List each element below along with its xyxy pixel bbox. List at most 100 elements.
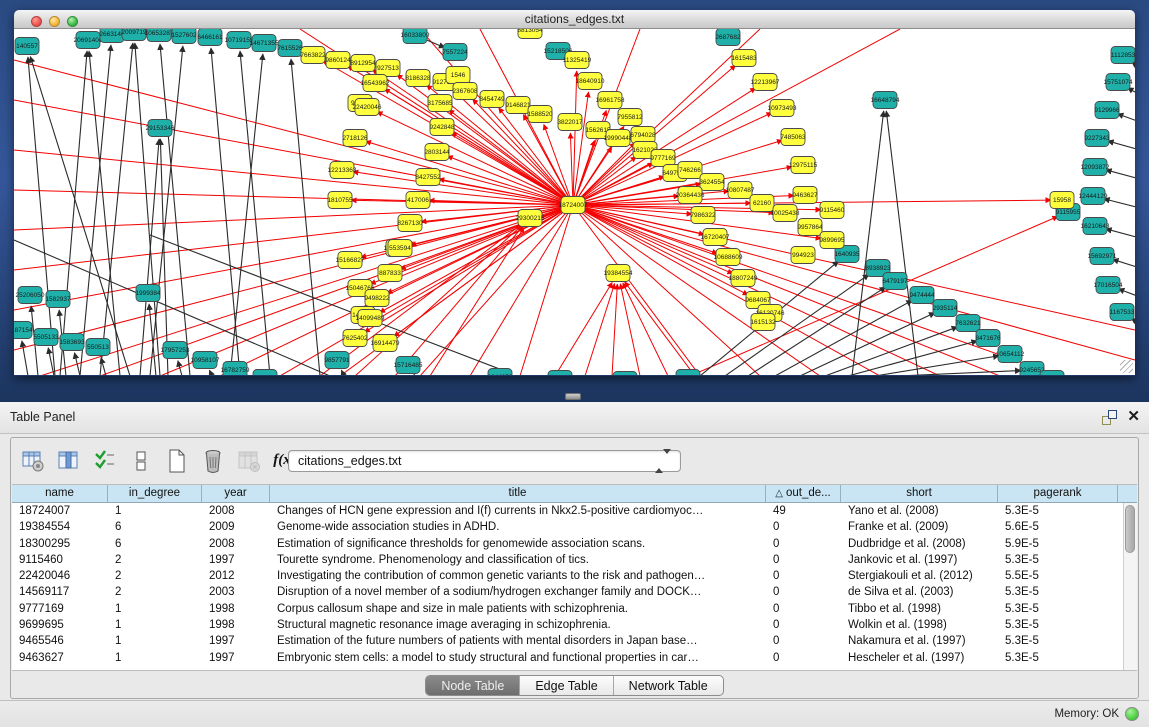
network-window-titlebar[interactable]: citations_edges.txt (14, 10, 1135, 29)
graph-node[interactable]: 1527602 (171, 29, 197, 44)
graph-node[interactable]: 18807249 (729, 270, 758, 287)
graph-node[interactable]: 16648794 (871, 92, 900, 109)
graph-node[interactable]: 15958 (1050, 192, 1074, 209)
graph-node[interactable]: 10973493 (768, 100, 797, 117)
graph-node[interactable]: 9245012 (547, 371, 573, 376)
graph-node[interactable]: 746266 (678, 162, 702, 179)
graph-node[interactable]: 1583693 (59, 334, 85, 351)
graph-node[interactable]: 3822017 (557, 114, 583, 131)
graph-node[interactable]: 9498222 (364, 290, 390, 307)
graph-node[interactable]: 25206050 (16, 287, 45, 304)
graph-node[interactable]: 9957864 (797, 219, 823, 236)
tab-edge-table[interactable]: Edge Table (520, 676, 613, 695)
graph-node[interactable]: 16543962 (361, 75, 390, 92)
graph-node[interactable]: 1582937 (45, 291, 71, 308)
graph-node[interactable]: 1810755 (327, 192, 353, 209)
graph-node[interactable]: 5505133 (33, 329, 59, 346)
graph-node[interactable]: 1245033 (675, 370, 701, 376)
table-row[interactable]: 977716911998Corpus callosum shape and si… (12, 601, 1137, 617)
graph-node[interactable]: 9777169 (650, 150, 676, 167)
delete-table-icon[interactable] (235, 447, 262, 474)
table-row[interactable]: 969969511998Structural magnetic resonanc… (12, 617, 1137, 633)
table-row[interactable]: 1872400712008Changes of HCN gene express… (12, 503, 1137, 519)
graph-node[interactable]: 16782759 (221, 362, 250, 376)
graph-node[interactable]: 19384554 (604, 265, 633, 282)
graph-node[interactable]: 9860124 (325, 52, 351, 69)
new-table-icon[interactable] (163, 447, 190, 474)
graph-node[interactable]: 18724007 (559, 197, 588, 214)
graph-node[interactable]: 3175685 (427, 95, 453, 112)
column-header-title[interactable]: title (270, 485, 766, 502)
graph-node[interactable]: 2935114 (933, 300, 958, 317)
graph-node[interactable]: 7615526 (277, 40, 303, 57)
table-row[interactable]: 911546021997Tourette syndrome. Phenomeno… (12, 552, 1137, 568)
close-panel-icon[interactable]: ✕ (1127, 408, 1140, 426)
graph-node[interactable]: 7663822 (300, 47, 326, 64)
graph-node[interactable]: 1999384 (135, 285, 161, 302)
graph-node[interactable]: 7632621 (955, 315, 981, 332)
graph-node[interactable]: 10958107 (191, 352, 220, 369)
graph-node[interactable]: 9129966 (1094, 102, 1120, 119)
graph-node[interactable]: 12823468 (251, 370, 280, 376)
delete-columns-icon[interactable] (199, 447, 226, 474)
graph-node[interactable]: 8813054 (517, 29, 543, 39)
graph-node[interactable]: 6466161 (197, 29, 223, 46)
table-scrollbar[interactable] (1123, 503, 1137, 670)
graph-node[interactable]: 2009719 (121, 29, 147, 41)
graph-node[interactable]: 417006 (406, 192, 430, 209)
graph-node[interactable]: 7625402 (342, 330, 368, 347)
graph-node[interactable]: 16210643 (1081, 218, 1110, 235)
panel-splitter-handle[interactable] (565, 393, 581, 400)
graph-node[interactable]: 553594 (388, 240, 412, 257)
graph-node[interactable]: 1167533 (1110, 304, 1135, 321)
graph-node[interactable]: 887833 (378, 265, 402, 282)
graph-node[interactable]: 9242848 (429, 119, 455, 136)
graph-node[interactable]: 9187154 (14, 322, 33, 339)
graph-node[interactable]: 8267130 (397, 215, 423, 232)
graph-node[interactable]: 924505 (1040, 371, 1064, 376)
graph-node[interactable]: 17957253 (161, 342, 190, 359)
graph-node[interactable]: 9115460 (820, 202, 845, 219)
graph-node[interactable]: 6479197 (882, 273, 908, 290)
table-scrollbar-thumb[interactable] (1125, 505, 1135, 553)
graph-node[interactable]: 8427552 (415, 169, 441, 186)
graph-node[interactable]: 9463627 (792, 187, 818, 204)
graph-node[interactable]: 550513 (86, 339, 110, 356)
graph-node[interactable]: 3624554 (699, 174, 725, 191)
column-header-year[interactable]: year (202, 485, 270, 502)
graph-node[interactable]: 1068254 (612, 372, 638, 376)
window-resize-grip[interactable] (1120, 360, 1133, 373)
graph-node[interactable]: 1112853 (1111, 47, 1135, 64)
show-columns-icon[interactable] (55, 447, 82, 474)
graph-node[interactable]: 10653287 (145, 29, 174, 42)
graph-node[interactable]: 20364436 (676, 187, 705, 204)
graph-node[interactable]: 16720407 (701, 229, 730, 246)
graph-node[interactable]: 14099489 (356, 310, 385, 327)
column-header-in-degree[interactable]: in_degree (108, 485, 202, 502)
tab-network-table[interactable]: Network Table (614, 676, 723, 695)
column-header-name[interactable]: name (12, 485, 108, 502)
graph-node[interactable]: 10688609 (714, 249, 743, 266)
graph-node[interactable]: 12213363 (328, 162, 357, 179)
graph-node[interactable]: 16033809 (401, 29, 430, 44)
graph-node[interactable]: 12213967 (751, 74, 780, 91)
graph-node[interactable]: 12093872 (1081, 159, 1110, 176)
tab-node-table[interactable]: Node Table (426, 676, 520, 695)
row-height-icon[interactable] (127, 447, 154, 474)
graph-node[interactable]: 22420046 (353, 99, 382, 116)
graph-node[interactable]: 62160 (750, 195, 774, 212)
graph-node[interactable]: 19990448 (604, 130, 633, 147)
graph-node[interactable]: 29153346 (146, 120, 175, 137)
table-row[interactable]: 1456911722003Disruption of a novel membe… (12, 584, 1137, 600)
graph-node[interactable]: 1588520 (527, 106, 553, 123)
graph-node[interactable]: 7955812 (617, 109, 643, 126)
table-source-combobox[interactable]: citations_edges.txt (288, 450, 681, 472)
graph-node[interactable]: 2803144 (424, 144, 450, 161)
table-row[interactable]: 1938455462009Genome-wide association stu… (12, 519, 1137, 535)
graph-node[interactable]: 15751074 (1104, 74, 1133, 91)
graph-node[interactable]: 140557 (15, 38, 39, 55)
table-mode-icon[interactable] (19, 447, 46, 474)
graph-node[interactable]: 12975115 (789, 157, 818, 174)
float-panel-icon[interactable] (1102, 410, 1117, 425)
graph-node[interactable]: 29300215 (516, 210, 545, 227)
